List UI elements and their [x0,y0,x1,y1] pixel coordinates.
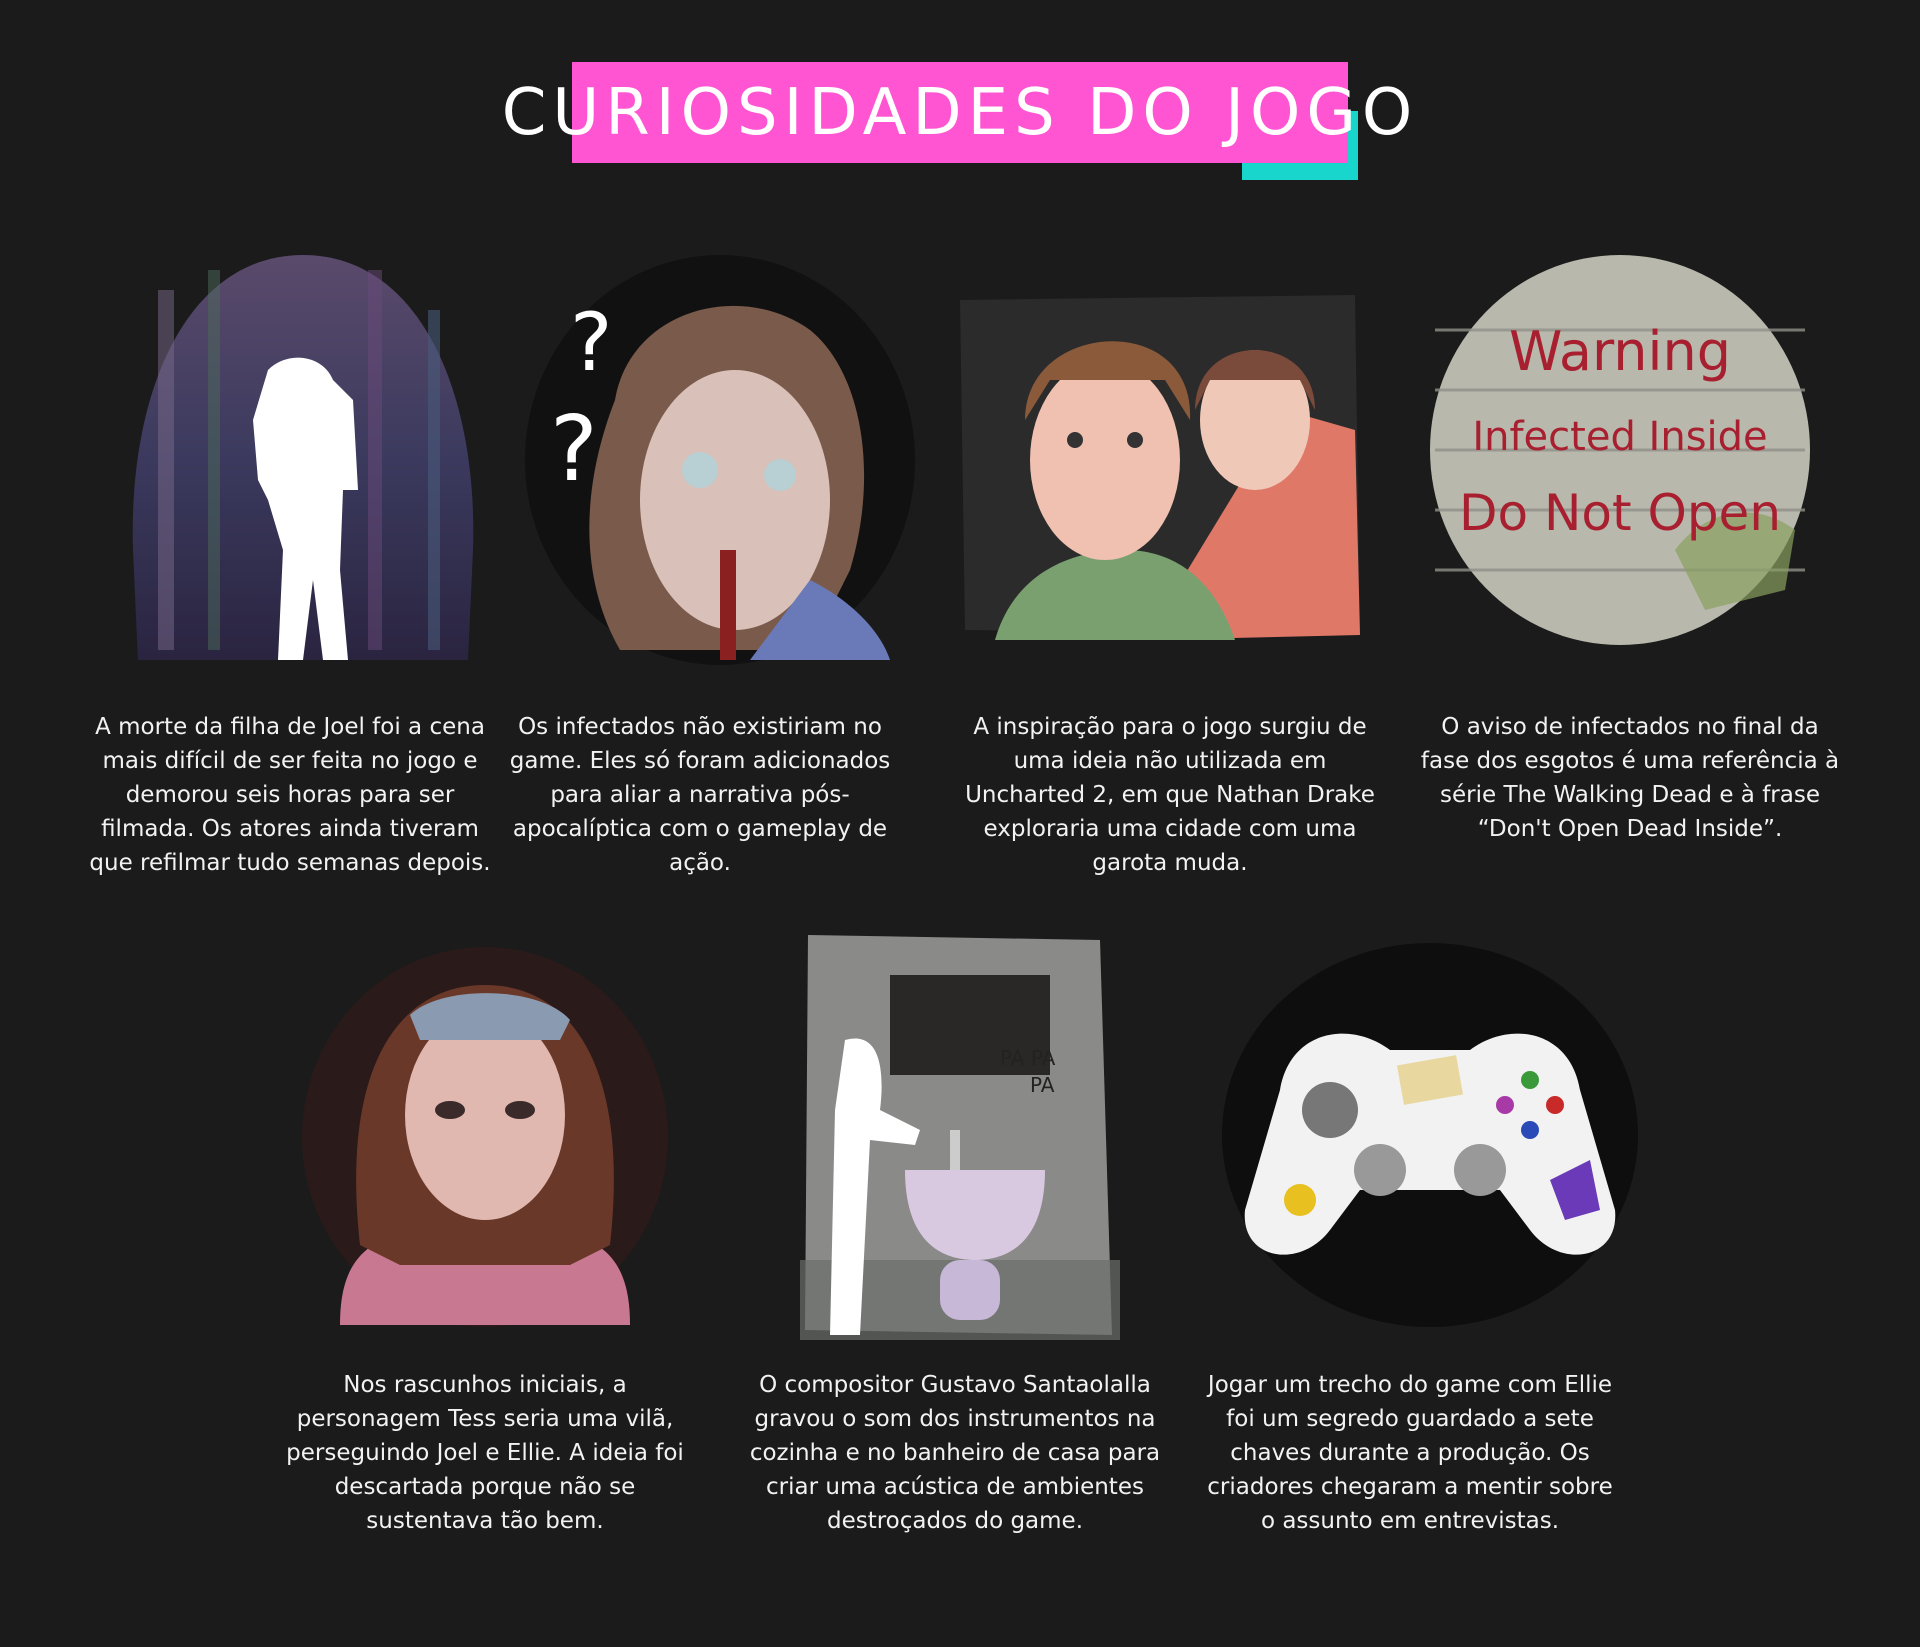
caption-5: Nos rascunhos iniciais, a personagem Tes… [286,1372,684,1534]
sign-line-3: Do Not Open [1459,484,1781,542]
silhouette-forest-illustration [118,250,488,674]
warning-wall-illustration: Warning Infected Inside Do Not Open [1425,250,1815,654]
caption-3: A inspiração para o jogo surgiu de uma i… [965,714,1375,876]
caption-4: O aviso de infectados no final da fase d… [1420,714,1840,842]
caption-1: A morte da filha de Joel foi a cena mais… [89,714,491,876]
svg-text:?: ? [550,397,598,502]
sound-text-1: PA PA [1000,1046,1056,1070]
sound-text-2: PA [1030,1073,1055,1097]
drake-and-girl-illustration [955,290,1365,644]
caption-6: O compositor Gustavo Santaolalla gravou … [749,1372,1161,1534]
caption-2: Os infectados não existiriam no game. El… [509,714,891,876]
controller-illustration [1220,940,1640,1334]
sign-line-2: Infected Inside [1472,414,1767,460]
sign-line-1: Warning [1509,320,1731,383]
page-title: CURIOSIDADES DO JOGO [501,75,1419,150]
infected-clicker-illustration: ? ? [520,250,920,674]
caption-7: Jogar um trecho do game com Ellie foi um… [1207,1372,1613,1534]
tess-portrait-illustration [300,945,670,1334]
sink-composer-illustration: PA PA PA [800,930,1120,1344]
title-box: CURIOSIDADES DO JOGO [502,62,1412,163]
svg-text:?: ? [570,296,612,389]
title-banner: CURIOSIDADES DO JOGO [502,62,1412,180]
